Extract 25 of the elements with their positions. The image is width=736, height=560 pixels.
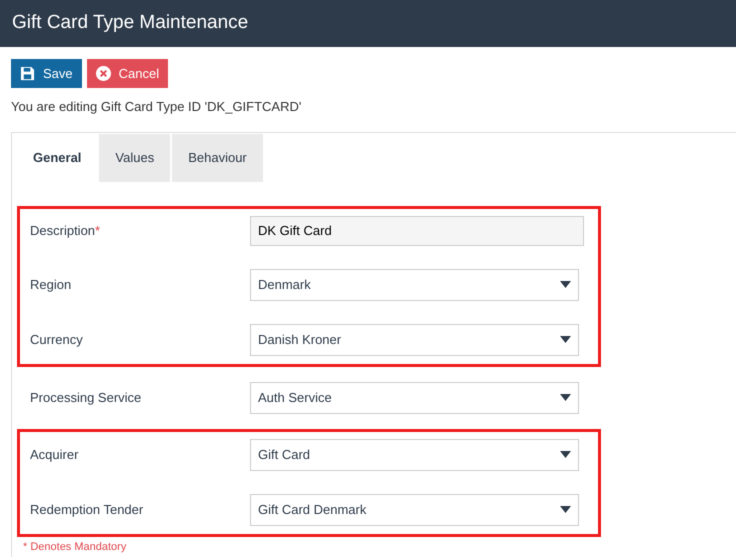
close-icon (96, 66, 111, 81)
caret-icon (560, 281, 571, 288)
dropdown[interactable]: Danish Kroner (250, 324, 579, 356)
page-title: Gift Card Type Maintenance (12, 11, 248, 36)
cancel-button[interactable]: Cancel (86, 59, 168, 88)
tab[interactable]: Values (99, 134, 170, 182)
editing-note: You are editing Gift Card Type ID 'DK_GIFTCARD' (10, 98, 302, 116)
field-label: Acquirer (30, 446, 80, 464)
caret-icon (560, 336, 571, 343)
tab[interactable]: Behaviour (172, 134, 263, 182)
dropdown[interactable]: Denmark (250, 268, 579, 300)
save-button[interactable]: Save (11, 59, 82, 88)
dropdown[interactable]: Gift Card Denmark (250, 494, 579, 526)
dropdown[interactable]: Auth Service (250, 382, 579, 414)
field-label: Processing Service (30, 388, 142, 407)
dropdown[interactable]: Gift Card (250, 438, 579, 470)
field-label: Currency (30, 330, 84, 349)
caret-icon (560, 394, 571, 401)
field-label: Description* (30, 222, 102, 240)
text-field[interactable]: DK Gift Card (250, 216, 584, 246)
field-label: Region (30, 276, 72, 294)
field-label: Redemption Tender (30, 500, 144, 519)
caret-icon (560, 451, 571, 458)
mandatory-note: * Denotes Mandatory (22, 540, 126, 554)
caret-icon (560, 506, 571, 513)
